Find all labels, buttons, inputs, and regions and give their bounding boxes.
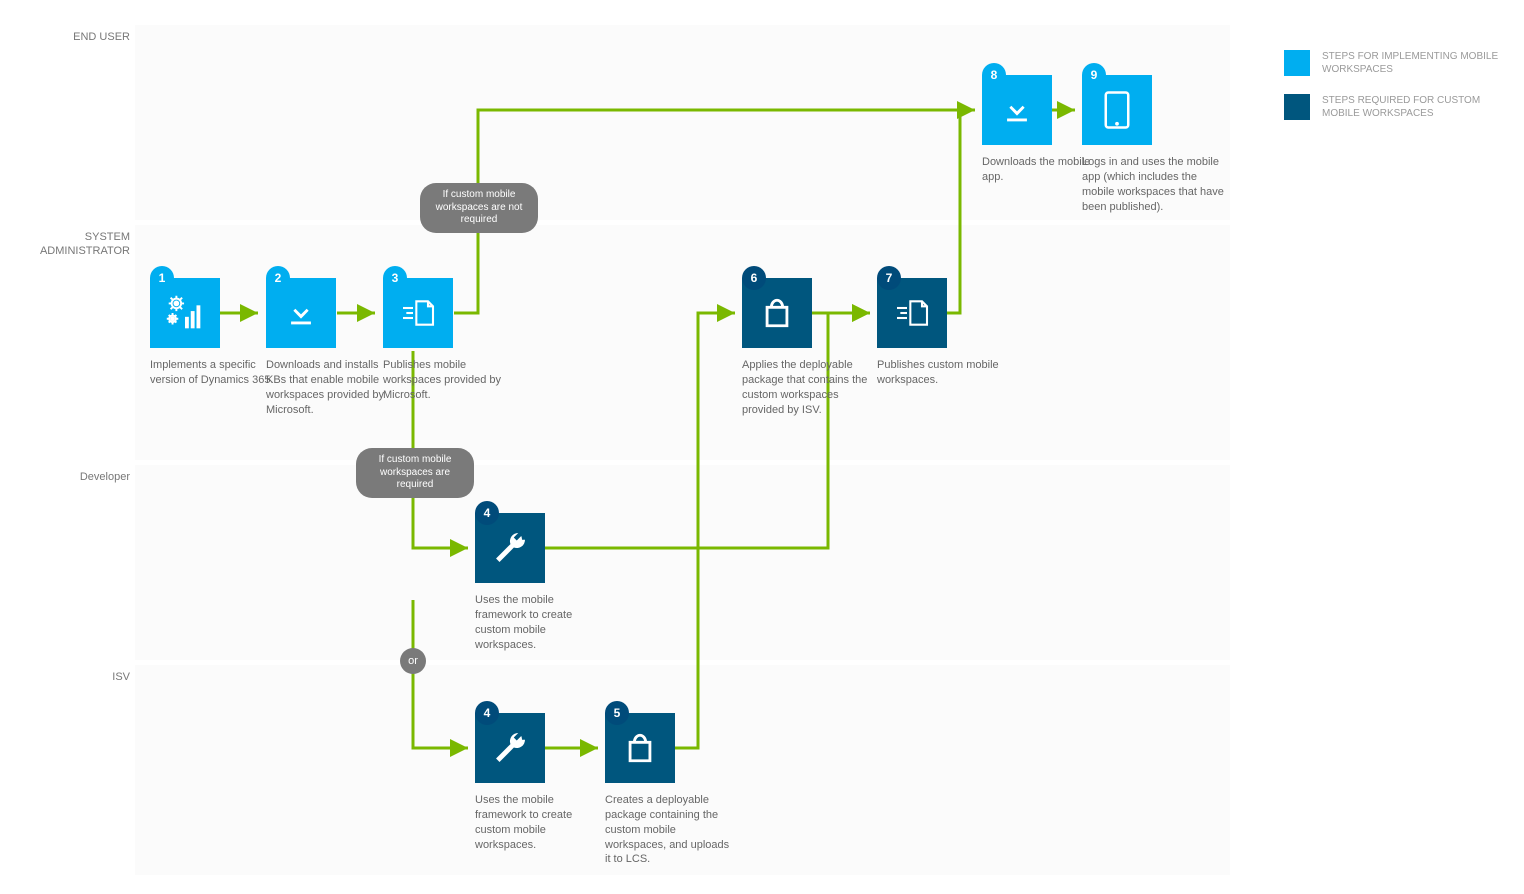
publish-doc-icon bbox=[398, 293, 438, 333]
step-3: 3 Publishes mobile workspaces provided b… bbox=[383, 278, 453, 348]
step-4-isv: 4 Uses the mobile framework to create cu… bbox=[475, 713, 545, 783]
step-9: 9 Logs in and uses the mobile app (which… bbox=[1082, 75, 1152, 145]
step-6-badge: 6 bbox=[742, 266, 766, 290]
decision-not-required: If custom mobile workspaces are not requ… bbox=[420, 183, 538, 233]
step-5: 5 Creates a deployable package containin… bbox=[605, 713, 675, 783]
step-9-badge: 9 bbox=[1082, 63, 1106, 87]
download-icon bbox=[284, 296, 318, 330]
publish-doc-icon bbox=[892, 293, 932, 333]
download-icon bbox=[1000, 93, 1034, 127]
legend-item-implementing: STEPS FOR IMPLEMENTING MOBILE WORKSPACES bbox=[1284, 50, 1504, 76]
lane-developer bbox=[135, 465, 1230, 660]
step-2: 2 Downloads and installs KBs that enable… bbox=[266, 278, 336, 348]
step-1: 1 Implements a specific version of Dynam… bbox=[150, 278, 220, 348]
shopping-bag-icon bbox=[623, 731, 657, 765]
step-1-desc: Implements a specific version of Dynamic… bbox=[150, 358, 280, 388]
step-1-badge: 1 bbox=[150, 266, 174, 290]
lane-label-sys-admin: SYSTEM ADMINISTRATOR bbox=[40, 230, 130, 259]
decision-or: or bbox=[400, 648, 426, 674]
legend-text-implementing: STEPS FOR IMPLEMENTING MOBILE WORKSPACES bbox=[1322, 50, 1504, 76]
lane-label-developer: Developer bbox=[80, 470, 130, 484]
step-7: 7 Publishes custom mobile workspaces. bbox=[877, 278, 947, 348]
shopping-bag-icon bbox=[760, 296, 794, 330]
step-4b-desc: Uses the mobile framework to create cust… bbox=[475, 793, 605, 852]
step-7-badge: 7 bbox=[877, 266, 901, 290]
wrench-icon bbox=[492, 730, 528, 766]
step-6: 6 Applies the deployable package that co… bbox=[742, 278, 812, 348]
step-7-desc: Publishes custom mobile workspaces. bbox=[877, 358, 1007, 388]
step-4a-desc: Uses the mobile framework to create cust… bbox=[475, 593, 605, 652]
step-2-desc: Downloads and installs KBs that enable m… bbox=[266, 358, 396, 417]
step-8-badge: 8 bbox=[982, 63, 1006, 87]
mobile-device-icon bbox=[1102, 90, 1132, 130]
lane-label-end-user: END USER bbox=[73, 30, 130, 44]
legend: STEPS FOR IMPLEMENTING MOBILE WORKSPACES… bbox=[1284, 50, 1504, 138]
legend-text-custom: STEPS REQUIRED FOR CUSTOM MOBILE WORKSPA… bbox=[1322, 94, 1504, 120]
step-5-desc: Creates a deployable package containing … bbox=[605, 793, 735, 867]
flowchart-canvas: END USER SYSTEM ADMINISTRATOR Developer … bbox=[0, 0, 1524, 894]
lane-label-isv: ISV bbox=[112, 670, 130, 684]
step-3-desc: Publishes mobile workspaces provided by … bbox=[383, 358, 513, 403]
gears-chart-icon bbox=[162, 290, 208, 336]
lane-end-user bbox=[135, 25, 1230, 220]
wrench-icon bbox=[492, 530, 528, 566]
step-9-desc: Logs in and uses the mobile app (which i… bbox=[1082, 155, 1227, 214]
step-5-badge: 5 bbox=[605, 701, 629, 725]
legend-item-custom: STEPS REQUIRED FOR CUSTOM MOBILE WORKSPA… bbox=[1284, 94, 1504, 120]
step-8: 8 Downloads the mobile app. bbox=[982, 75, 1052, 145]
step-2-badge: 2 bbox=[266, 266, 290, 290]
legend-swatch-dark bbox=[1284, 94, 1310, 120]
step-6-desc: Applies the deployable package that cont… bbox=[742, 358, 872, 417]
step-4-developer: 4 Uses the mobile framework to create cu… bbox=[475, 513, 545, 583]
legend-swatch-light bbox=[1284, 50, 1310, 76]
step-3-badge: 3 bbox=[383, 266, 407, 290]
step-4b-badge: 4 bbox=[475, 701, 499, 725]
step-4a-badge: 4 bbox=[475, 501, 499, 525]
decision-required: If custom mobile workspaces are required bbox=[356, 448, 474, 498]
